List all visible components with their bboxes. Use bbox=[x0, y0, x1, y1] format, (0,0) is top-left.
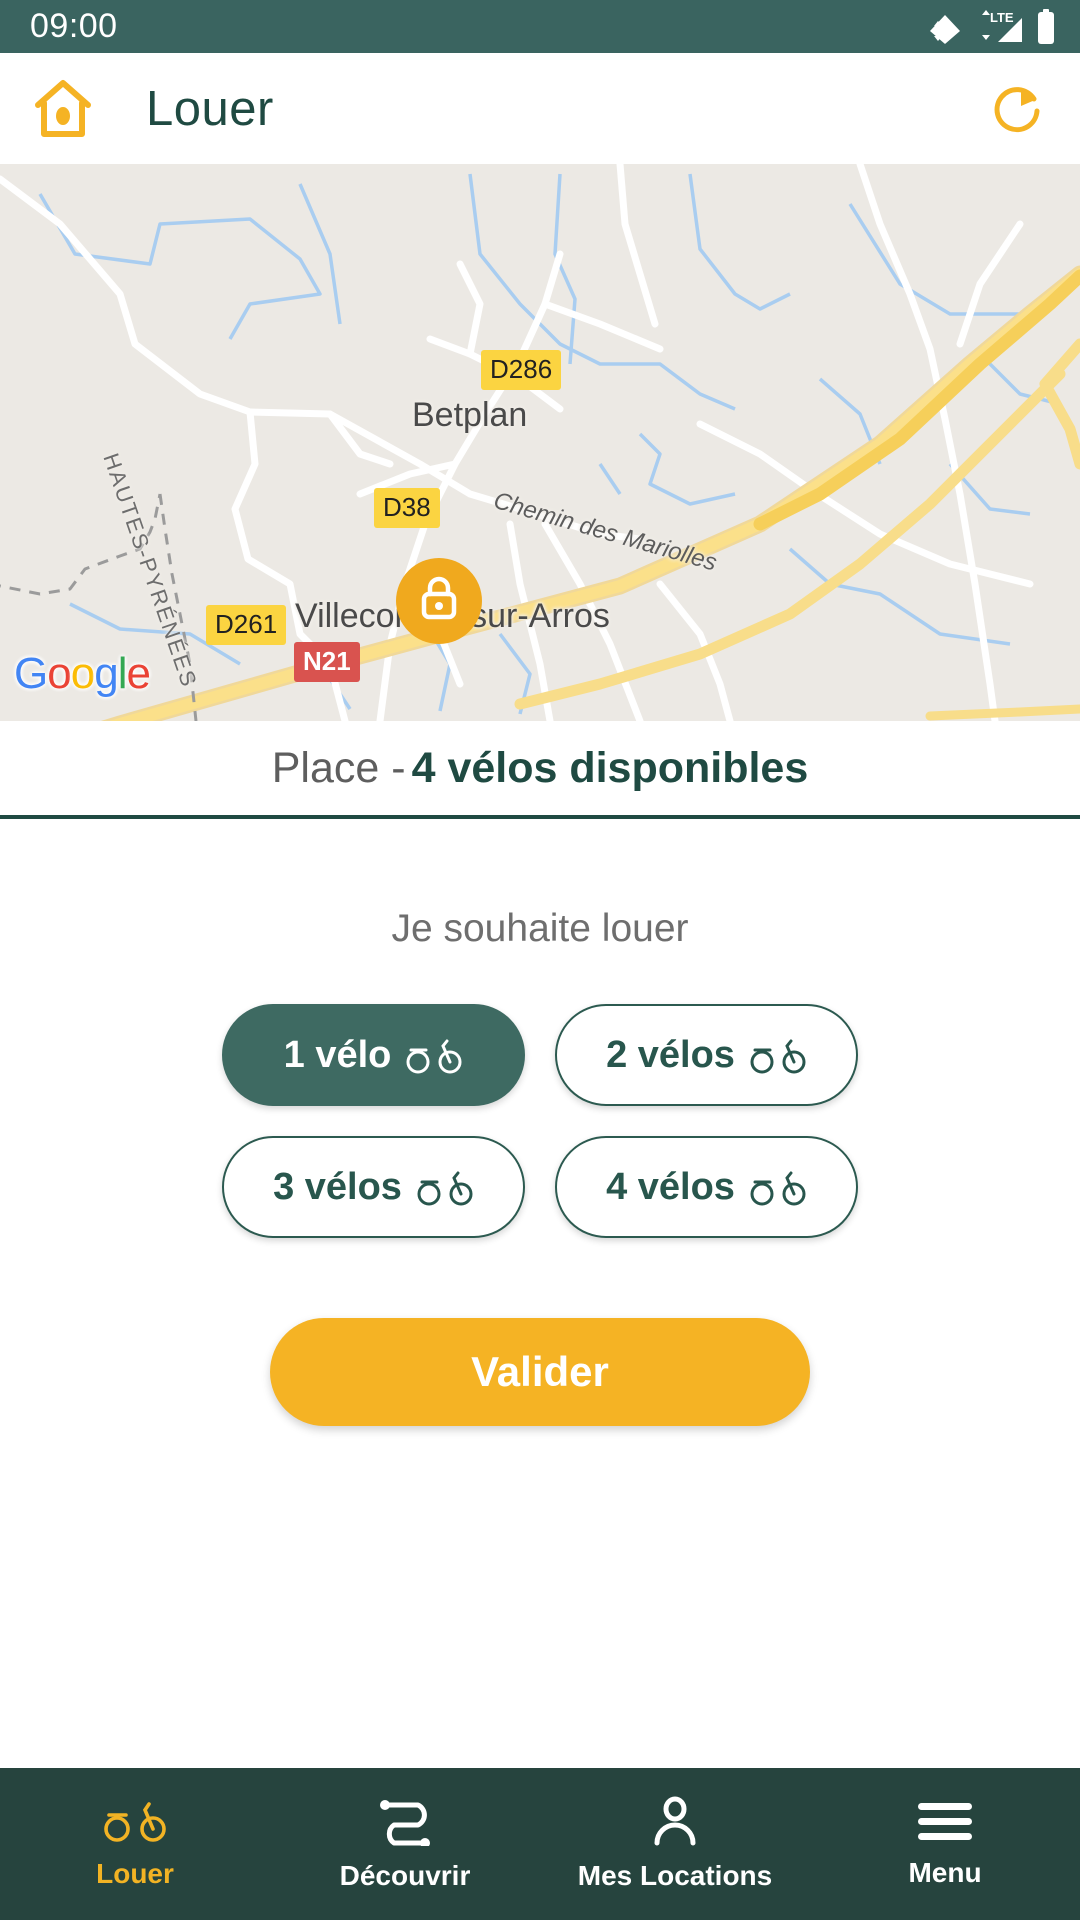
nav-item-mes-locations[interactable]: Mes Locations bbox=[540, 1768, 810, 1920]
battery-icon bbox=[1036, 8, 1056, 45]
wifi-icon bbox=[926, 10, 964, 44]
nav-item-louer[interactable]: Louer bbox=[0, 1768, 270, 1920]
map-road-badge: D286 bbox=[481, 350, 562, 390]
bike-option-4[interactable]: 4 vélos bbox=[555, 1136, 858, 1238]
bike-option-2[interactable]: 2 vélos bbox=[555, 1004, 858, 1106]
svg-text:LTE: LTE bbox=[990, 10, 1014, 25]
bicycle-icon bbox=[416, 1167, 474, 1207]
nav-item-menu[interactable]: Menu bbox=[810, 1768, 1080, 1920]
refresh-icon[interactable] bbox=[990, 81, 1046, 137]
padlock-icon bbox=[418, 576, 460, 627]
home-icon[interactable] bbox=[32, 78, 94, 140]
bike-option-label: 3 vélos bbox=[273, 1165, 402, 1208]
lte-signal-icon: LTE bbox=[974, 9, 1026, 45]
map-road-badge: N21 bbox=[294, 642, 360, 682]
status-time: 09:00 bbox=[30, 7, 118, 45]
google-logo-letter: o bbox=[70, 649, 96, 698]
map-view[interactable]: Betplan Villecomtal-sur-Arros D286 D38 D… bbox=[0, 164, 1080, 721]
station-marker[interactable] bbox=[396, 558, 482, 644]
bike-option-3[interactable]: 3 vélos bbox=[222, 1136, 525, 1238]
status-bar: 09:00 LTE bbox=[0, 0, 1080, 53]
app-bar: Louer bbox=[0, 53, 1080, 164]
google-logo: Google bbox=[14, 649, 151, 699]
nav-item-decouvrir[interactable]: Découvrir bbox=[270, 1768, 540, 1920]
availability-count: 4 vélos disponibles bbox=[411, 743, 809, 792]
validate-area: Valider bbox=[0, 1318, 1080, 1426]
rental-selector: Je souhaite louer 1 vélo 2 vélos 3 vélos… bbox=[0, 819, 1080, 1768]
bottom-navigation: Louer Découvrir Mes Locations Menu bbox=[0, 1768, 1080, 1920]
bicycle-icon bbox=[405, 1035, 463, 1075]
google-logo-letter: g bbox=[94, 649, 119, 698]
selector-prompt: Je souhaite louer bbox=[391, 907, 689, 950]
google-logo-letter: o bbox=[47, 649, 72, 698]
map-road-badge: D261 bbox=[206, 605, 287, 645]
bike-option-1[interactable]: 1 vélo bbox=[222, 1004, 525, 1106]
bike-option-label: 4 vélos bbox=[606, 1165, 735, 1208]
status-icons: LTE bbox=[926, 8, 1056, 45]
map-road-badge: D38 bbox=[374, 488, 440, 528]
bike-option-label: 1 vélo bbox=[283, 1033, 392, 1076]
bicycle-icon bbox=[749, 1167, 807, 1207]
bicycle-icon bbox=[749, 1035, 807, 1075]
nav-label: Mes Locations bbox=[577, 1860, 773, 1891]
bike-option-label: 2 vélos bbox=[606, 1033, 735, 1076]
page-title: Louer bbox=[146, 81, 274, 136]
hamburger-icon bbox=[914, 1799, 976, 1843]
validate-button[interactable]: Valider bbox=[270, 1318, 810, 1426]
nav-label: Menu bbox=[908, 1857, 982, 1888]
bicycle-icon bbox=[102, 1798, 168, 1844]
bike-count-options: 1 vélo 2 vélos 3 vélos 4 vélos bbox=[222, 1004, 858, 1238]
nav-label: Louer bbox=[96, 1858, 174, 1889]
route-icon bbox=[372, 1796, 438, 1846]
place-label: Place - bbox=[271, 743, 406, 792]
person-icon bbox=[647, 1796, 703, 1846]
app-screen: 09:00 LTE Louer Betplan D286 D38 D261 N2… bbox=[0, 0, 1080, 1920]
nav-label: Découvrir bbox=[339, 1860, 471, 1891]
google-logo-letter: e bbox=[126, 649, 151, 698]
place-availability-bar: Place - 4 vélos disponibles bbox=[0, 721, 1080, 819]
google-logo-letter: G bbox=[14, 649, 48, 698]
